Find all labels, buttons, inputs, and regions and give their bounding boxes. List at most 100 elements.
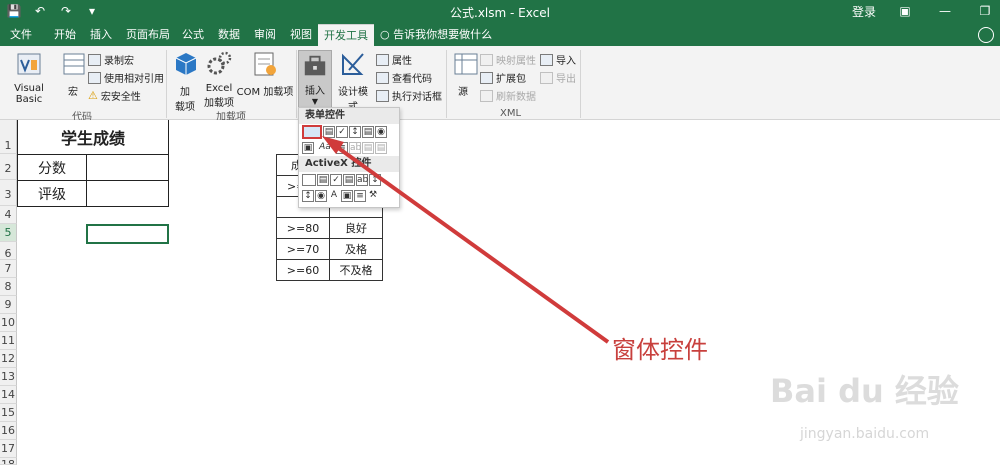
checkbox-icon[interactable]: ✓ <box>336 126 348 138</box>
tab-formulas[interactable]: 公式 <box>176 24 210 46</box>
row-header[interactable]: 2 <box>0 154 17 180</box>
xml-source-button[interactable]: 源 <box>452 50 478 98</box>
group-box-icon[interactable]: ▣ <box>302 142 314 154</box>
design-mode-button[interactable]: 设计模式 <box>334 50 372 113</box>
grade-result-cell[interactable]: 及格 <box>329 238 383 260</box>
tab-developer[interactable]: 开发工具 <box>318 24 374 46</box>
activex-listbox-icon[interactable]: ▤ <box>343 174 355 186</box>
grade-result-cell[interactable]: 不及格 <box>329 259 383 281</box>
tab-view[interactable]: 视图 <box>284 24 318 46</box>
scroll-bar-icon[interactable]: ≡ <box>336 142 348 154</box>
grade-cond-cell[interactable]: >=80 <box>276 217 330 239</box>
group-separator <box>166 50 167 118</box>
excel-addins-label-2: 加载项 <box>204 98 234 109</box>
combo-list-icon[interactable]: ▤ <box>362 142 374 154</box>
score-label[interactable]: 分数 <box>17 154 87 181</box>
activex-button-icon[interactable] <box>302 174 316 186</box>
row-header[interactable]: 17 <box>0 440 17 458</box>
addins-button[interactable]: 加 载项 <box>172 50 198 113</box>
row-header[interactable]: 6 <box>0 242 17 260</box>
tab-file[interactable]: 文件 <box>4 24 38 46</box>
row-header[interactable]: 16 <box>0 422 17 440</box>
grade-cond-cell[interactable]: >=60 <box>276 259 330 281</box>
macro-security-button[interactable]: ⚠ 宏安全性 <box>88 88 141 103</box>
row-header[interactable]: 12 <box>0 350 17 368</box>
row-header[interactable]: 10 <box>0 314 17 332</box>
row-header[interactable]: 4 <box>0 206 17 224</box>
visual-basic-button[interactable]: Visual Basic <box>2 50 56 105</box>
signin-link[interactable]: 登录 <box>852 3 876 20</box>
combo-box-icon[interactable]: ▤ <box>323 126 335 138</box>
activex-label-icon[interactable]: A <box>328 190 340 202</box>
refresh-data-button[interactable]: 刷新数据 <box>480 88 536 103</box>
restore-icon[interactable]: ❐ <box>974 2 996 20</box>
macros-button[interactable]: 宏 <box>60 50 86 98</box>
activex-option-icon[interactable]: ◉ <box>315 190 327 202</box>
grade-label[interactable]: 评级 <box>17 180 87 207</box>
export-button[interactable]: 导出 <box>540 70 576 85</box>
grade-value-cell[interactable] <box>86 180 169 207</box>
grade-result-cell[interactable]: 良好 <box>329 217 383 239</box>
activex-scrollbar-icon[interactable]: ↕ <box>369 174 381 186</box>
group-separator <box>446 50 447 118</box>
activex-combo-icon[interactable]: ▤ <box>317 174 329 186</box>
row-header[interactable]: 1 <box>0 120 17 154</box>
worksheet[interactable]: 1 2 3 4 5 6 7 8 9 10 11 12 13 14 15 16 1… <box>0 120 1000 465</box>
xml-source-label: 源 <box>458 87 468 98</box>
relative-reference-button[interactable]: 使用相对引用 <box>88 70 164 85</box>
tab-home[interactable]: 开始 <box>48 24 82 46</box>
tab-insert[interactable]: 插入 <box>84 24 118 46</box>
run-dialog-button[interactable]: 执行对话框 <box>376 88 442 103</box>
addins-label-2: 载项 <box>175 102 195 113</box>
insert-controls-button[interactable]: 插入 ▼ <box>298 50 332 108</box>
label-icon[interactable]: Aa <box>315 142 335 154</box>
row-header[interactable]: 3 <box>0 180 17 206</box>
row-header[interactable]: 15 <box>0 404 17 422</box>
activex-image-icon[interactable]: ▣ <box>341 190 353 202</box>
group-separator <box>296 50 297 118</box>
properties-button[interactable]: 属性 <box>376 52 412 67</box>
option-button-icon[interactable]: ◉ <box>375 126 387 138</box>
row-header[interactable]: 8 <box>0 278 17 296</box>
relative-reference-label: 使用相对引用 <box>104 74 164 85</box>
form-controls-row-1: ▤ ✓ ↕ ▤ ◉ <box>299 124 399 140</box>
text-field-icon[interactable]: ab <box>349 142 361 154</box>
excel-addins-button[interactable]: Excel 加载项 <box>202 50 236 109</box>
row-header[interactable]: 13 <box>0 368 17 386</box>
activex-spin-icon[interactable]: ↕ <box>302 190 314 202</box>
tab-review[interactable]: 审阅 <box>248 24 282 46</box>
spin-button-icon[interactable]: ↕ <box>349 126 361 138</box>
activex-checkbox-icon[interactable]: ✓ <box>330 174 342 186</box>
user-icon[interactable] <box>978 27 994 43</box>
insert-label: 插入 <box>305 86 325 97</box>
tab-page-layout[interactable]: 页面布局 <box>120 24 176 46</box>
row-header[interactable]: 9 <box>0 296 17 314</box>
com-addins-button[interactable]: COM 加载项 <box>236 50 294 98</box>
score-table-title[interactable]: 学生成绩 <box>17 120 169 155</box>
tab-data[interactable]: 数据 <box>212 24 246 46</box>
import-button[interactable]: 导入 <box>540 52 576 67</box>
map-properties-button[interactable]: 映射属性 <box>480 52 536 67</box>
minimize-icon[interactable]: — <box>934 2 956 20</box>
record-macro-button[interactable]: 录制宏 <box>88 52 134 67</box>
selected-cell[interactable] <box>86 224 169 244</box>
score-value-cell[interactable] <box>86 154 169 181</box>
row-header[interactable]: 14 <box>0 386 17 404</box>
row-header[interactable]: 5 <box>0 224 17 242</box>
xml-group-label: XML <box>500 108 522 119</box>
ribbon-display-icon[interactable]: ▣ <box>894 2 916 20</box>
button-control-icon[interactable] <box>302 125 322 139</box>
expansion-packs-button[interactable]: 扩展包 <box>480 70 526 85</box>
list-box-icon[interactable]: ▤ <box>362 126 374 138</box>
more-controls-icon[interactable]: ⚒ <box>367 190 379 202</box>
activex-toggle-icon[interactable]: ≡ <box>354 190 366 202</box>
grade-cond-cell[interactable]: >=70 <box>276 238 330 260</box>
row-header[interactable]: 18 <box>0 458 17 465</box>
combo-dropdown-icon[interactable]: ▤ <box>375 142 387 154</box>
relative-reference-icon <box>88 71 101 84</box>
tell-me-box[interactable]: ○ 告诉我你想要做什么 <box>380 24 492 46</box>
activex-textbox-icon[interactable]: ab <box>356 174 368 186</box>
row-header[interactable]: 7 <box>0 260 17 278</box>
row-header[interactable]: 11 <box>0 332 17 350</box>
view-code-button[interactable]: 查看代码 <box>376 70 432 85</box>
